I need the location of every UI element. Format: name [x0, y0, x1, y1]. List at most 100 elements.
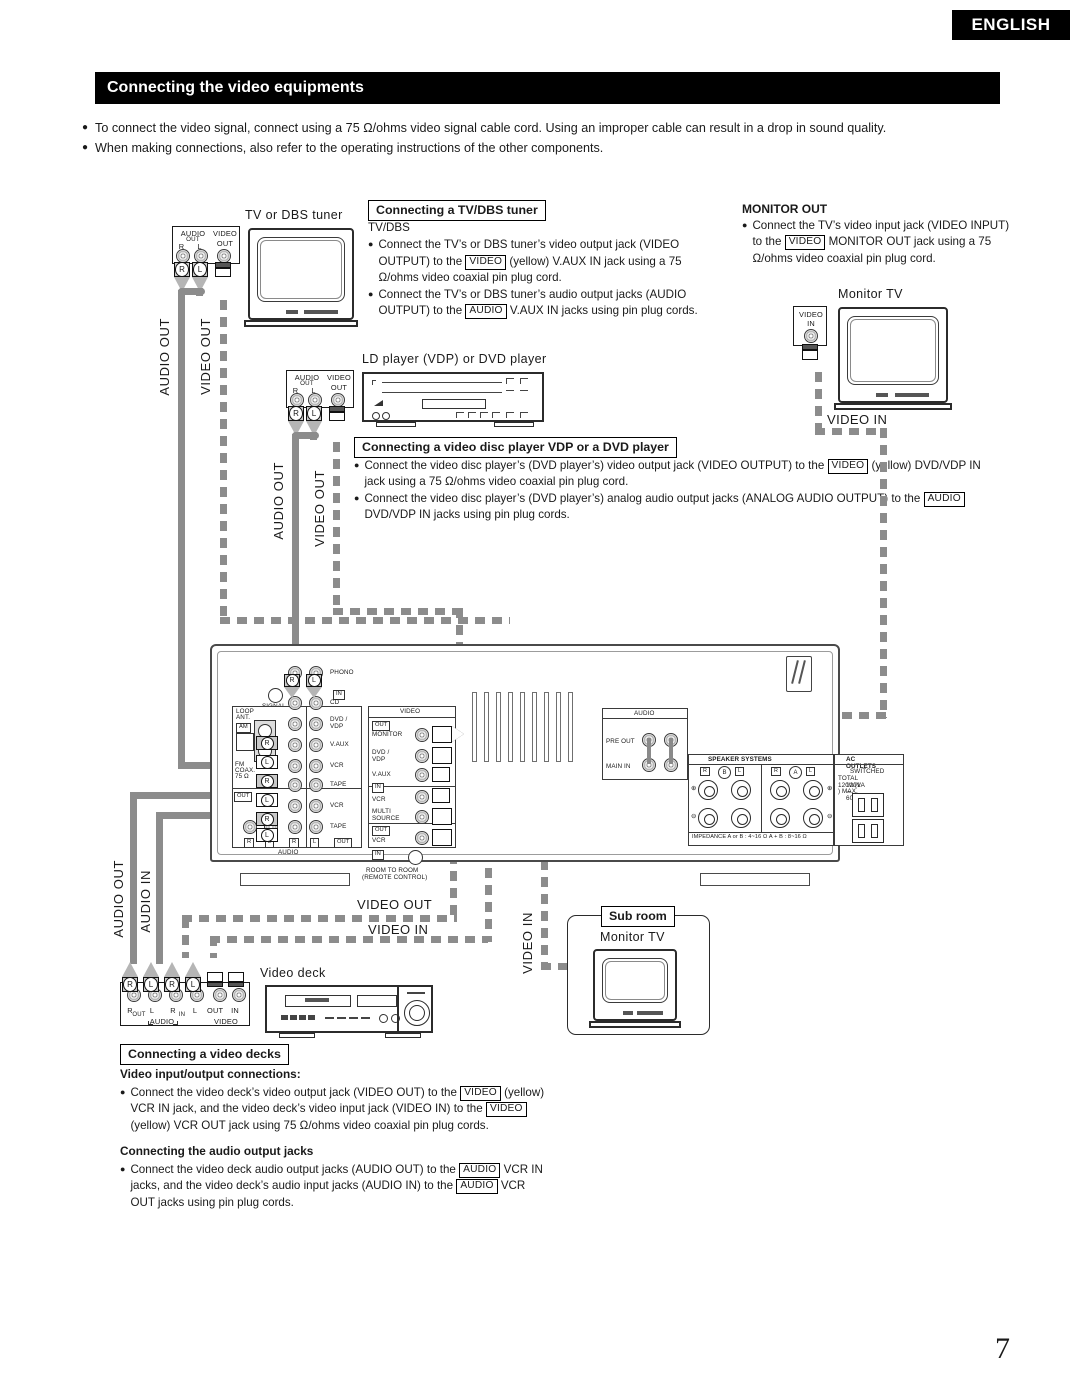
audio-row-dvdvdp-label-2: VDP — [330, 723, 344, 730]
tv-dbs-bullet-1-key: VIDEO — [465, 254, 507, 270]
page-title-label: Connecting the video equipments — [107, 79, 364, 96]
vdp-illustration — [362, 372, 544, 427]
cable-vdp-video-h — [333, 608, 463, 615]
bullet-dot-icon: ● — [120, 1086, 126, 1097]
sub-room-badge: Sub room — [601, 906, 675, 927]
monitor-out-heading: MONITOR OUT — [742, 202, 828, 216]
speaker-b-r-label: R — [700, 767, 710, 777]
heatsink-fin — [532, 692, 537, 762]
video-deck-device-label: Video deck — [260, 966, 326, 980]
heatsink-fin — [544, 692, 549, 762]
heatsink-fin — [484, 692, 489, 762]
videodeck-audio-out-label: AUDIO OUT — [111, 860, 126, 938]
audio-group-label: AUDIO — [278, 849, 299, 856]
ac-outlet-2 — [852, 819, 884, 843]
tv-dbs-bullet-2-key: AUDIO — [465, 304, 507, 320]
preout-mainin-jumper-r — [669, 738, 673, 764]
speaker-a-label: A — [789, 766, 802, 779]
video-deck-bullet-1-p3: (yellow) VCR OUT jack using 75 Ω/ohms vi… — [130, 1118, 489, 1132]
cable-vcr-in-h — [182, 915, 457, 922]
monitor-tv-video-label: VIDEO — [799, 310, 823, 319]
monitor-out-bullet-key: VIDEO — [784, 235, 826, 251]
heatsink-fin — [508, 692, 513, 762]
audio-row-vaux-label: V.AUX — [330, 741, 349, 748]
audio-jack-vcr-out-l — [309, 799, 323, 813]
audio-jack-dvdvdp-l — [309, 717, 323, 731]
room-to-room-label-2: (REMOTE CONTROL) — [362, 874, 428, 881]
audio-plug-vcr-in-r: R — [248, 774, 278, 788]
audio-row-vcr-label: VCR — [330, 762, 344, 769]
audio-jack-vcr-in-l — [309, 759, 323, 773]
video-deck-subhead-1: Video input/output connections: — [120, 1067, 301, 1081]
cable-monitor-out-v1 — [815, 372, 822, 432]
room-to-room-in-badge: IN — [372, 850, 384, 860]
audio-jack-tape-in-l — [309, 778, 323, 792]
audio-plug-vcr-out-r: R — [248, 812, 278, 826]
speaker-plus-right: ⊕ — [827, 785, 833, 792]
video-jack-vcr-out — [415, 831, 429, 845]
vdp-bullet-1-key: VIDEO — [827, 459, 869, 474]
audio-col-l2-badge: L — [310, 838, 320, 848]
vdp-bullet-1-part1: Connect the video disc player’s (DVD pla… — [364, 459, 825, 472]
tv-dbs-video-jack — [217, 249, 231, 263]
tvdbs-audio-cable-label: AUDIO OUT — [157, 318, 172, 396]
am-badge: AM — [236, 723, 251, 733]
video-plug-vcr-in — [432, 788, 464, 803]
speaker-terminal-b-r-plus — [698, 780, 718, 800]
audio-jack-vaux-l — [309, 738, 323, 752]
video-row-monitor-label: MONITOR — [372, 731, 403, 738]
video-plug-vaux — [432, 767, 464, 782]
loop-ant-label-2: ANT. — [236, 714, 251, 721]
vdp-plug-video — [329, 406, 345, 436]
vdp-audio-l-jack — [308, 393, 322, 407]
audio-col-r2-badge: R — [289, 838, 300, 848]
sub-room-monitor-tv-illustration — [589, 949, 681, 1028]
audio-jack-cd-r — [288, 696, 302, 710]
video-deck-bullet-1: ● Connect the video deck’s video output … — [120, 1085, 545, 1134]
audio-jack-vcr-out-r — [288, 799, 302, 813]
intro-bullet-2-text: When making connections, also refer to t… — [95, 141, 604, 155]
monitor-out-bullet: ● Connect the TV’s video input jack (VID… — [742, 218, 1010, 267]
speaker-terminal-b-l-plus — [731, 780, 751, 800]
tv-dbs-caption: Connecting a TV/DBS tuner — [368, 200, 546, 221]
speaker-minus-left: ⊖ — [691, 813, 697, 820]
tv-dbs-bullet-2-part2: V.AUX IN jacks using pin plug cords. — [509, 304, 698, 318]
power-cord-icon — [786, 656, 812, 692]
intro-bullet-2: ● When making connections, also refer to… — [82, 140, 1012, 157]
vdp-audio-r-jack — [290, 393, 304, 407]
heatsink-fin — [556, 692, 561, 762]
audio-jack-dvdvdp-r — [288, 717, 302, 731]
video-jack-multi-source — [415, 810, 429, 824]
heatsink-fin — [520, 692, 525, 762]
deck-plug-video-out — [207, 958, 223, 987]
video-plug-multi-source — [432, 808, 464, 825]
cable-tvdbs-audio — [178, 290, 185, 768]
video-out-badge-2: OUT — [372, 826, 391, 836]
subroom-video-in-label: VIDEO IN — [520, 912, 535, 974]
vdp-text-block: ● Connect the video disc player’s (DVD p… — [354, 458, 1004, 524]
video-deck-caption: Connecting a video decks — [120, 1044, 289, 1065]
vdp-bullet-2-key: AUDIO — [923, 491, 965, 507]
tv-dbs-subtitle: TV/DBS — [368, 221, 410, 234]
speaker-terminal-b-r-minus — [698, 808, 718, 828]
vdp-video-cable-label: VIDEO OUT — [312, 470, 327, 547]
audio-plug-vcr-in-l: L — [248, 793, 278, 807]
bullet-dot-icon: ● — [82, 142, 89, 153]
video-deck-bullet-2: ● Connect the video deck audio output ja… — [120, 1162, 545, 1211]
audio-jack-cd-l — [309, 696, 323, 710]
bullet-dot-icon: ● — [742, 220, 748, 230]
cable-vcr-in-v — [182, 918, 189, 958]
audio-jack-vcr-in-r — [288, 759, 302, 773]
monitor-tv-device-label: Monitor TV — [838, 287, 903, 301]
tv-dbs-text-block: TV/DBS ● Connect the TV’s or DBS tuner’s… — [368, 220, 708, 320]
audio-jack-tape-in-r — [288, 778, 302, 792]
speaker-terminal-a-r-plus — [770, 780, 790, 800]
videodeck-audio-in-label: AUDIO IN — [138, 870, 153, 933]
audio-row-cd-label: CD — [330, 699, 340, 706]
audio-group-vdivider — [306, 706, 308, 848]
cable-deck-audio-in-v — [156, 812, 163, 964]
vdp-bullet-2: ● Connect the video disc player’s (DVD p… — [354, 491, 1004, 524]
deck-jack-video-out — [213, 988, 227, 1002]
intro-bullet-1: ● To connect the video signal, connect u… — [82, 120, 1012, 137]
video-row-vcr-in-label: VCR — [372, 796, 386, 803]
